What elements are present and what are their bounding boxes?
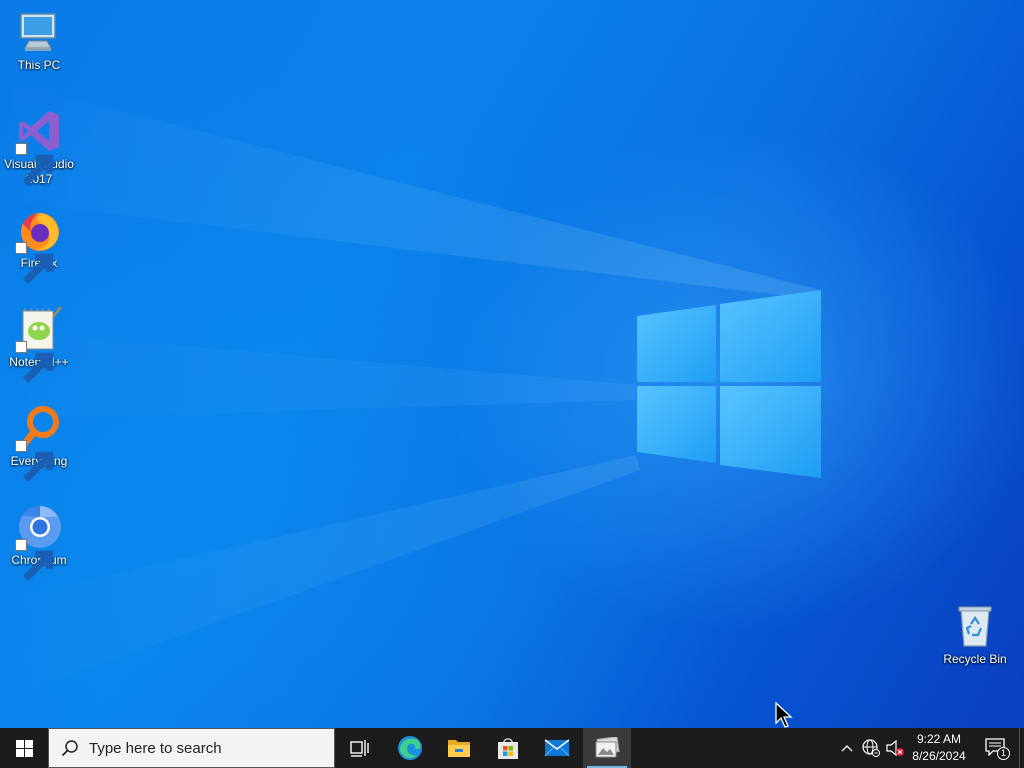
- clock-date: 8/26/2024: [912, 749, 966, 763]
- firefox-icon: [15, 206, 63, 284]
- search-icon: [61, 740, 78, 757]
- windows-logo: [637, 290, 821, 478]
- mouse-cursor-icon: [775, 702, 793, 728]
- recycle-bin-icon: [951, 602, 999, 650]
- desktop-icon-chromium[interactable]: Chromium: [1, 503, 77, 581]
- file-explorer-icon: [448, 740, 470, 757]
- volume-muted-icon: [886, 739, 904, 757]
- desktop: This PC Visual Studio 2017 Firefox Notep…: [0, 0, 1024, 728]
- desktop-icon-this-pc[interactable]: This PC: [1, 8, 77, 73]
- desktop-icon-label: Recycle Bin: [943, 652, 1007, 666]
- desktop-icon-notepad-plus-plus[interactable]: Notepad++: [1, 305, 77, 383]
- desktop-icon-visual-studio[interactable]: Visual Studio 2017: [1, 107, 77, 187]
- photos-icon: [595, 737, 620, 758]
- windows-start-icon: [15, 739, 33, 757]
- desktop-icon-everything[interactable]: Everything: [1, 404, 77, 482]
- clock-button[interactable]: 9:22 AM 8/26/2024: [908, 728, 970, 768]
- computer-icon: [15, 8, 63, 56]
- shortcut-arrow-icon: [15, 539, 54, 581]
- desktop-icon-recycle-bin[interactable]: Recycle Bin: [937, 602, 1013, 667]
- everything-search-icon: [15, 404, 63, 482]
- chromium-icon: [15, 503, 63, 581]
- task-view-icon: [350, 740, 369, 757]
- task-view-button[interactable]: [336, 728, 384, 768]
- network-button[interactable]: [860, 728, 882, 768]
- desktop-icon-label: This PC: [17, 58, 61, 72]
- action-center-button[interactable]: 1: [976, 728, 1016, 768]
- notification-count-badge: 1: [997, 747, 1010, 760]
- clock-time: 9:22 AM: [916, 732, 962, 746]
- show-hidden-icons-button[interactable]: [838, 728, 856, 768]
- taskbar-store-button[interactable]: [484, 728, 532, 768]
- wallpaper: [0, 80, 821, 700]
- visual-studio-icon: [15, 107, 63, 185]
- taskbar-edge-button[interactable]: [386, 728, 434, 768]
- chevron-up-icon: [841, 745, 853, 752]
- shortcut-arrow-icon: [15, 242, 54, 284]
- taskbar-file-explorer-button[interactable]: [435, 728, 483, 768]
- shortcut-arrow-icon: [15, 440, 54, 482]
- taskbar-mail-button[interactable]: [533, 728, 581, 768]
- search-placeholder: Type here to search: [89, 739, 222, 757]
- notepad-plus-plus-icon: [15, 305, 63, 383]
- start-button[interactable]: [0, 728, 48, 768]
- desktop-icon-firefox[interactable]: Firefox: [1, 206, 77, 284]
- show-desktop-button[interactable]: [1019, 728, 1024, 768]
- taskbar-photos-button[interactable]: [583, 728, 631, 768]
- store-icon: [498, 738, 518, 759]
- search-box[interactable]: Type here to search: [48, 728, 335, 768]
- volume-button[interactable]: [884, 728, 906, 768]
- network-globe-icon: [862, 739, 880, 757]
- shortcut-arrow-icon: [15, 143, 54, 185]
- taskbar: Type here to search 9:22 AM 8/26/2024 1: [0, 728, 1024, 768]
- shortcut-arrow-icon: [15, 341, 54, 383]
- edge-icon: [398, 736, 422, 760]
- mail-icon: [544, 739, 570, 757]
